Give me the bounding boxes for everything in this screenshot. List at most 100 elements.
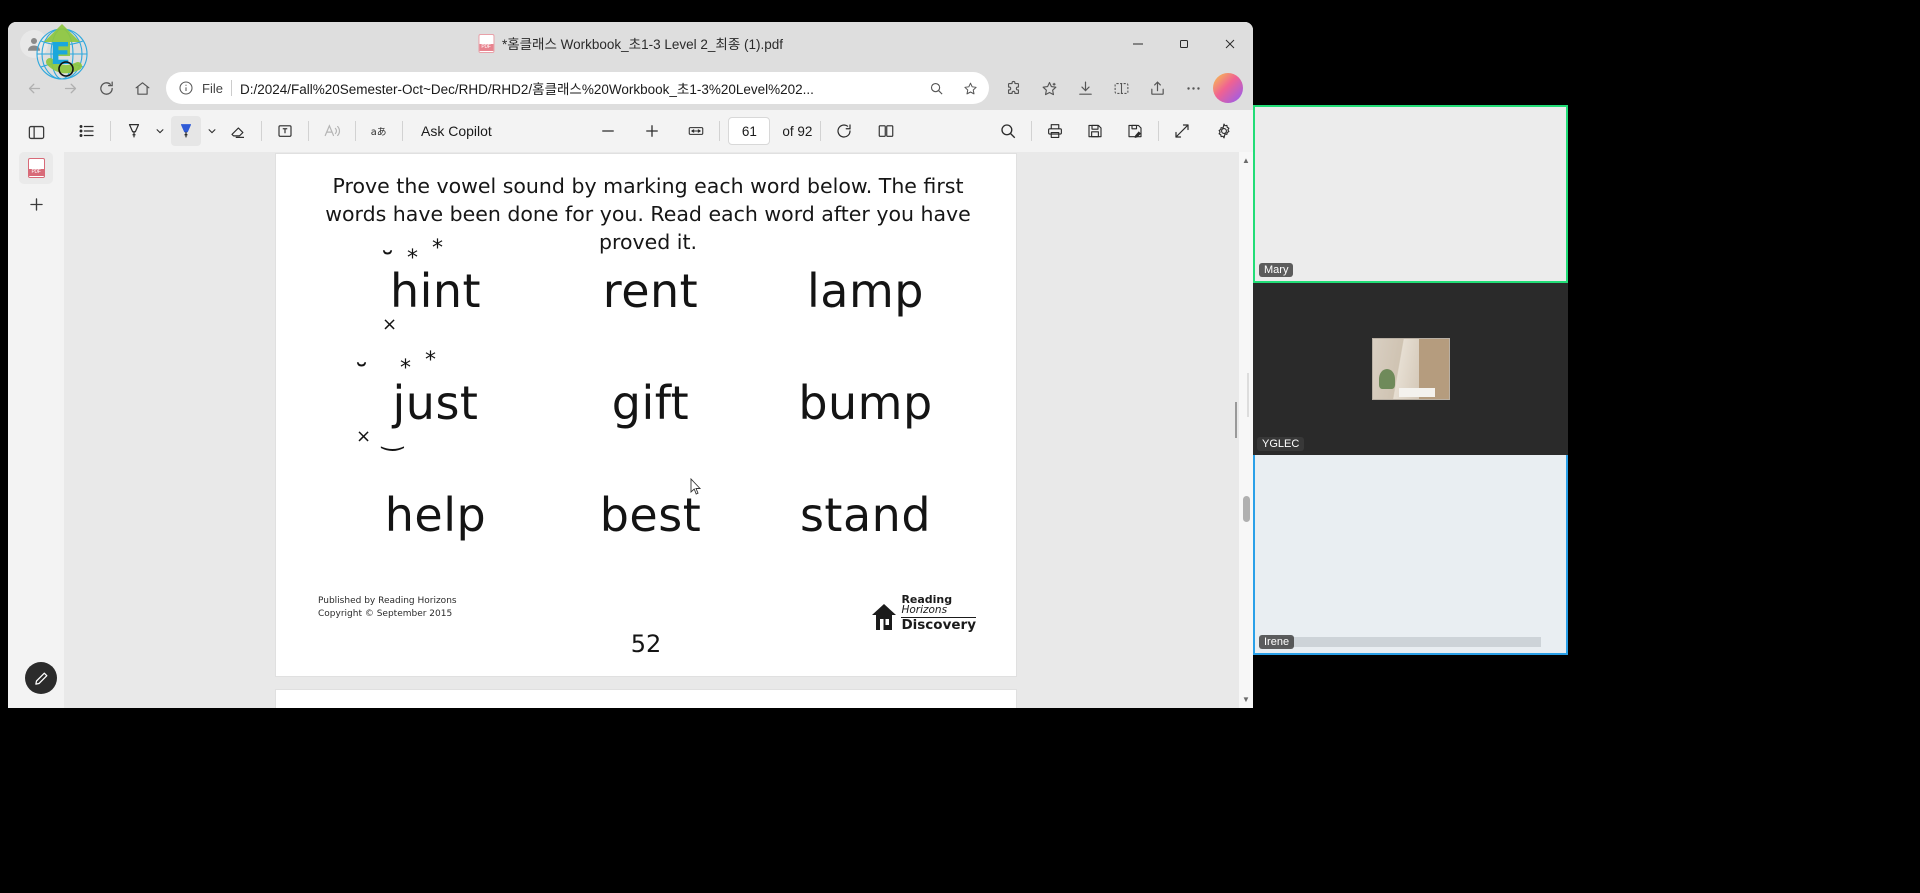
page-layout-button[interactable] xyxy=(871,116,901,146)
save-button[interactable] xyxy=(1080,116,1110,146)
publisher-info: Published by Reading Horizons Copyright … xyxy=(318,595,457,620)
read-aloud-button[interactable] xyxy=(317,116,347,146)
video-tile-yglec[interactable]: YGLEC xyxy=(1253,283,1568,455)
eraser-button[interactable] xyxy=(223,116,253,146)
minimize-button[interactable] xyxy=(1115,22,1161,66)
pdf-next-page xyxy=(276,690,1016,708)
worksheet-instructions: Prove the vowel sound by marking each wo… xyxy=(325,174,971,254)
participant-name: Mary xyxy=(1259,263,1294,277)
word-cell[interactable]: rent xyxy=(543,264,758,318)
word-cell[interactable]: best xyxy=(543,488,758,542)
pdf-toolbar: aあ Ask Copilot 61 of 92 xyxy=(64,110,1253,152)
plus-icon[interactable] xyxy=(19,188,53,220)
print-button[interactable] xyxy=(1040,116,1070,146)
smile-mark-icon: ‿ xyxy=(382,422,403,452)
copilot-icon[interactable] xyxy=(1213,73,1243,103)
browser-window: *홈클래스 Workbook_초1-3 Level 2_최종 (1).pdf xyxy=(8,22,1253,708)
translate-button[interactable]: aあ xyxy=(364,116,394,146)
title-bar: *홈클래스 Workbook_초1-3 Level 2_최종 (1).pdf xyxy=(8,22,1253,66)
vertical-scrollbar[interactable]: ▲ ▼ xyxy=(1239,152,1253,708)
url-text[interactable]: D:/2024/Fall%20Semester-Oct~Dec/RHD/RHD2… xyxy=(240,78,915,98)
zoom-in-button[interactable] xyxy=(637,116,667,146)
document-viewport[interactable]: Prove the vowel sound by marking each wo… xyxy=(64,152,1253,708)
page-total-label: of 92 xyxy=(782,123,813,139)
save-as-button[interactable] xyxy=(1120,116,1150,146)
pdf-file-icon[interactable] xyxy=(19,152,53,184)
svg-text:E: E xyxy=(50,37,71,72)
divider xyxy=(1158,121,1159,141)
logo-text: Reading Horizons Discovery xyxy=(901,594,976,632)
address-bar[interactable]: File D:/2024/Fall%20Semester-Oct~Dec/RHD… xyxy=(166,72,989,104)
asterisk-mark-icon: * xyxy=(407,246,418,271)
app-logo-globe-icon: E xyxy=(36,24,88,80)
search-button[interactable] xyxy=(993,116,1023,146)
word-bump: bump xyxy=(798,376,933,430)
logo-line-2: Horizons xyxy=(901,605,976,618)
ask-copilot-button[interactable]: Ask Copilot xyxy=(411,123,502,139)
screen: *홈클래스 Workbook_초1-3 Level 2_최종 (1).pdf xyxy=(0,0,1920,893)
collections-button[interactable] xyxy=(1033,72,1065,104)
word-rent: rent xyxy=(602,264,699,318)
zoom-out-button[interactable] xyxy=(593,116,623,146)
downloads-button[interactable] xyxy=(1069,72,1101,104)
word-row: just ˘ * * × ‿ gift bump xyxy=(328,350,973,488)
sidebar-toggle-icon[interactable] xyxy=(19,116,53,148)
breve-mark-icon: ˘ xyxy=(354,359,369,394)
divider xyxy=(308,121,309,141)
x-mark-icon: × xyxy=(356,426,372,447)
share-button[interactable] xyxy=(1141,72,1173,104)
pencil-icon[interactable] xyxy=(25,662,57,694)
asterisk-mark-icon: * xyxy=(432,236,443,261)
draw-pen-button[interactable] xyxy=(171,116,201,146)
info-icon[interactable] xyxy=(178,80,194,96)
divider xyxy=(1031,121,1032,141)
favorite-star-icon[interactable] xyxy=(957,75,983,101)
word-cell[interactable]: bump xyxy=(758,376,973,430)
highlight-button[interactable] xyxy=(119,116,149,146)
video-tile-mary[interactable]: Mary xyxy=(1253,105,1568,283)
window-controls xyxy=(1115,22,1253,66)
more-options-button[interactable] xyxy=(1177,72,1209,104)
thumbnail-caption xyxy=(1398,388,1435,397)
pdf-left-rail xyxy=(8,110,64,708)
restore-button[interactable] xyxy=(1161,22,1207,66)
word-best: best xyxy=(599,488,702,542)
settings-gear-icon[interactable] xyxy=(1209,116,1239,146)
video-tile-irene[interactable]: Irene xyxy=(1253,455,1568,655)
word-cell[interactable]: gift xyxy=(543,376,758,430)
scroll-up-arrow-icon[interactable]: ▲ xyxy=(1242,156,1250,165)
highlight-chevron-down-icon[interactable] xyxy=(151,116,169,146)
mouse-cursor xyxy=(690,478,702,495)
page-number-input[interactable]: 61 xyxy=(728,117,771,145)
draw-pen-chevron-down-icon[interactable] xyxy=(203,116,221,146)
scroll-down-arrow-icon[interactable]: ▼ xyxy=(1242,695,1250,704)
word-cell[interactable]: stand xyxy=(758,488,973,542)
home-button[interactable] xyxy=(126,72,158,104)
pdf-main: aあ Ask Copilot 61 of 92 Prove the vowel … xyxy=(64,110,1253,708)
rotate-button[interactable] xyxy=(829,116,859,146)
word-hint: hint xyxy=(389,264,482,318)
close-button[interactable] xyxy=(1207,22,1253,66)
zoom-icon[interactable] xyxy=(923,75,949,101)
pdf-page: Prove the vowel sound by marking each wo… xyxy=(276,154,1016,676)
scrollbar-thumb[interactable] xyxy=(1242,496,1250,522)
divider xyxy=(719,121,721,141)
extensions-button[interactable] xyxy=(997,72,1029,104)
tab-title: *홈클래스 Workbook_초1-3 Level 2_최종 (1).pdf xyxy=(501,37,784,52)
word-grid: hint ˘ * * × rent lamp just ˘ * * × ‿ gi… xyxy=(328,238,973,600)
fit-to-width-button[interactable] xyxy=(681,116,711,146)
tab-title-group[interactable]: *홈클래스 Workbook_초1-3 Level 2_최종 (1).pdf xyxy=(477,33,784,53)
word-cell[interactable]: lamp xyxy=(758,264,973,318)
word-cell[interactable]: hint ˘ * * × xyxy=(328,238,543,334)
word-row: help best stand xyxy=(328,488,973,600)
word-cell[interactable]: help xyxy=(328,488,543,542)
address-bar-row: File D:/2024/Fall%20Semester-Oct~Dec/RHD… xyxy=(8,66,1253,110)
participant-name: YGLEC xyxy=(1257,437,1305,451)
split-screen-button[interactable] xyxy=(1105,72,1137,104)
table-of-contents-button[interactable] xyxy=(72,116,102,146)
logo-line-3: Discovery xyxy=(901,616,976,633)
word-gift: gift xyxy=(611,376,690,430)
word-cell[interactable]: just ˘ * * × ‿ xyxy=(328,350,543,451)
add-text-box-button[interactable] xyxy=(270,116,300,146)
fullscreen-button[interactable] xyxy=(1167,116,1197,146)
